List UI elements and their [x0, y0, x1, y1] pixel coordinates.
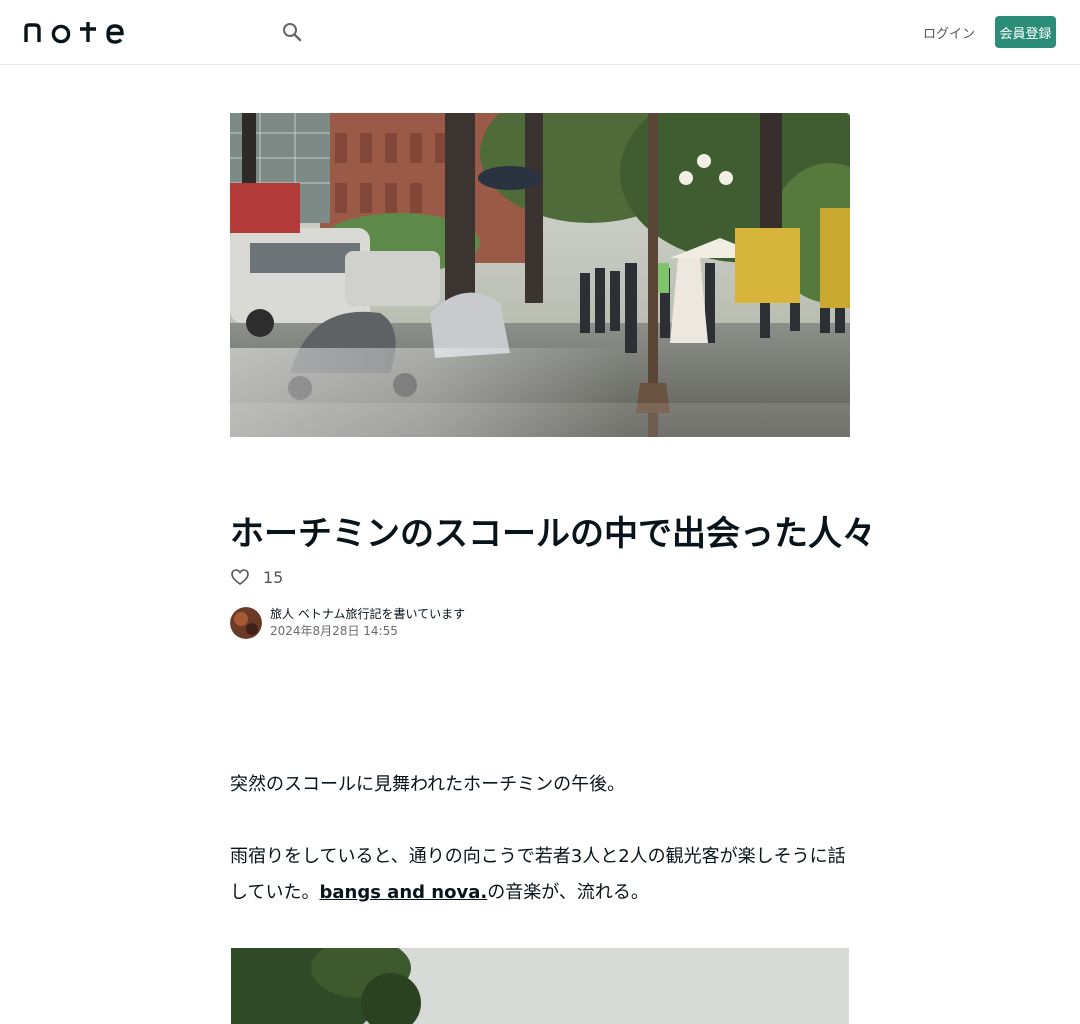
like-count: 15 — [263, 567, 284, 587]
like-row: 15 — [230, 566, 283, 588]
search-button[interactable] — [278, 18, 306, 46]
login-link[interactable]: ログイン — [922, 16, 976, 48]
note-logo[interactable] — [24, 20, 124, 44]
avatar[interactable] — [230, 607, 262, 639]
paragraph-2-tail: 流れる。 — [576, 882, 649, 903]
paragraph-2-after: の音楽が、 — [487, 882, 577, 903]
post-date: 2024年8月28日 14:55 — [270, 624, 398, 638]
search-icon — [283, 23, 302, 42]
site-header: ログイン 会員登録 — [0, 0, 1080, 65]
hero-image — [230, 113, 850, 437]
music-link[interactable]: bangs and nova. — [319, 882, 487, 903]
heart-icon[interactable] — [230, 567, 250, 587]
author-meta: 旅人 ベトナム旅行記を書いています 2024年8月28日 14:55 — [270, 606, 465, 640]
author-info: 旅人 ベトナム旅行記を書いています 2024年8月28日 14:55 — [230, 607, 465, 639]
author-name[interactable]: 旅人 ベトナム旅行記を書いています — [270, 606, 465, 623]
article-title: ホーチミンのスコールの中で出会った人々 — [230, 514, 870, 554]
signup-button[interactable]: 会員登録 — [995, 16, 1056, 48]
article-image-2 — [231, 948, 849, 1024]
paragraph-1: 突然のスコールに見舞われたホーチミンの午後。 — [230, 774, 626, 795]
paragraph-2: 雨宿りをしていると、通りの向こうで若者3人と2人の観光客が楽しそうに話していた。… — [230, 839, 850, 911]
